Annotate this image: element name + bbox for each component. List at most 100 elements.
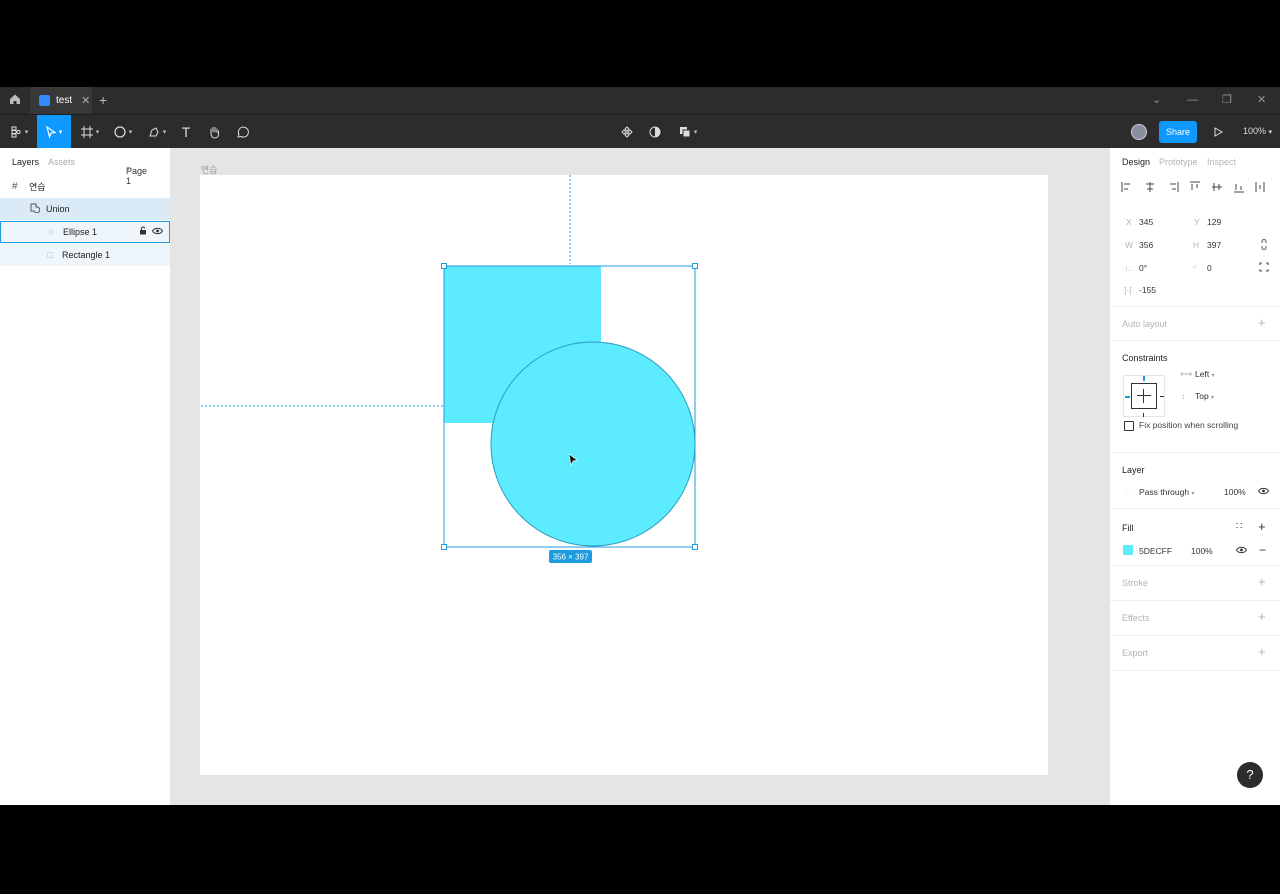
tab-assets[interactable]: Assets <box>48 157 75 167</box>
fill-opacity-input[interactable]: 100% <box>1191 546 1213 556</box>
horizontal-constraint-icon: ⟷ <box>1180 369 1193 379</box>
eye-icon[interactable] <box>1235 546 1248 556</box>
layer-label: Rectangle 1 <box>62 250 111 260</box>
shape-tool-icon[interactable]: ▾ <box>110 115 136 149</box>
text-tool-icon[interactable]: T <box>176 115 196 149</box>
resize-handle[interactable] <box>441 544 447 550</box>
tab-layers[interactable]: Layers <box>12 157 39 167</box>
remove-fill-icon[interactable]: − <box>1259 543 1266 557</box>
home-icon[interactable] <box>8 93 22 107</box>
independent-corners-icon[interactable] <box>1259 262 1269 274</box>
union-shape[interactable] <box>444 266 696 547</box>
y-label: Y <box>1194 217 1200 227</box>
w-input[interactable]: 356 <box>1139 240 1153 250</box>
style-grid-icon[interactable]: ∷ <box>1236 521 1242 532</box>
fix-position-checkbox[interactable] <box>1124 421 1134 431</box>
components-icon[interactable] <box>617 115 637 149</box>
chevron-down-icon[interactable]: ⌄ <box>1152 93 1161 107</box>
align-center-h-icon[interactable] <box>1146 182 1154 192</box>
fill-section: Fill ∷ + 5DECFF 100% − <box>1110 508 1280 566</box>
minimize-icon[interactable]: — <box>1187 93 1198 107</box>
help-button[interactable]: ? <box>1237 762 1263 788</box>
fill-color-swatch[interactable] <box>1123 545 1133 555</box>
corner-radius-icon: ◜ <box>1193 263 1197 273</box>
frame-icon: # <box>12 180 18 192</box>
rotation-input[interactable]: 0° <box>1139 263 1147 273</box>
x-input[interactable]: 345 <box>1139 217 1153 227</box>
add-auto-layout-icon[interactable]: + <box>1258 315 1266 330</box>
align-middle-v-icon[interactable] <box>1212 183 1222 191</box>
corner-radius-input[interactable]: 0 <box>1207 263 1212 273</box>
hand-tool-icon[interactable] <box>204 115 224 149</box>
lock-icon[interactable] <box>139 226 147 238</box>
layers-panel: Layers Assets Page 1 ▾ # 연습 Union ○ Elli… <box>0 148 171 805</box>
stroke-title: Stroke <box>1122 578 1149 588</box>
h-input[interactable]: 397 <box>1207 240 1221 250</box>
spacing-input[interactable]: -155 <box>1139 285 1156 295</box>
add-export-icon[interactable]: + <box>1258 644 1266 659</box>
tab-design[interactable]: Design <box>1122 157 1150 167</box>
close-window-icon[interactable]: ✕ <box>1257 93 1266 107</box>
transform-section: X 345 Y 129 W 356 H 397 ∟ 0° ◜ 0 ]·[ -15… <box>1110 198 1280 307</box>
tab-prototype[interactable]: Prototype <box>1159 157 1198 167</box>
new-tab-icon[interactable]: + <box>99 92 107 108</box>
toolbar: ▾ ▾ ▾ ▾ ▾ T ▾ Share 100% ▾ <box>0 114 1280 149</box>
layer-section: Layer ◌ Pass through ▾ 100% <box>1110 452 1280 509</box>
restore-icon[interactable]: ❐ <box>1222 93 1232 107</box>
layer-opacity-input[interactable]: 100% <box>1224 487 1246 497</box>
share-button[interactable]: Share <box>1159 121 1197 143</box>
constraints-widget[interactable] <box>1123 375 1165 417</box>
main-menu-icon[interactable]: ▾ <box>4 115 34 149</box>
canvas[interactable]: 연습 356 × 397 <box>171 148 1109 805</box>
title-bar: test ✕ + ⌄ — ❐ ✕ <box>0 87 1280 114</box>
layer-row-frame[interactable]: # 연습 <box>0 175 170 197</box>
resize-handle[interactable] <box>692 544 698 550</box>
blend-mode-select[interactable]: Pass through ▾ <box>1139 487 1194 497</box>
add-fill-icon[interactable]: + <box>1258 519 1266 534</box>
w-label: W <box>1125 240 1134 250</box>
constrain-proportions-icon[interactable] <box>1260 239 1268 252</box>
align-top-icon[interactable] <box>1190 181 1200 190</box>
avatar[interactable] <box>1131 124 1147 140</box>
resize-handle[interactable] <box>692 263 698 269</box>
move-tool-icon[interactable]: ▾ <box>37 115 71 149</box>
h-label: H <box>1193 240 1200 250</box>
align-left-icon[interactable] <box>1121 182 1130 192</box>
export-title: Export <box>1122 648 1149 658</box>
constraints-section: Constraints ⟷ Left ▾ ↕ Top ▾ Fix positio… <box>1110 340 1280 453</box>
layer-row-ellipse[interactable]: ○ Ellipse 1 <box>0 221 170 243</box>
export-section: Export + <box>1110 635 1280 671</box>
auto-layout-section: Auto layout + <box>1110 306 1280 341</box>
comment-tool-icon[interactable] <box>232 115 252 149</box>
layer-row-union[interactable]: Union <box>0 198 170 220</box>
frame-tool-icon[interactable]: ▾ <box>77 115 103 149</box>
horizontal-constraint-select[interactable]: Left ▾ <box>1195 369 1215 379</box>
tab-inspect[interactable]: Inspect <box>1207 157 1236 167</box>
distribute-icon[interactable] <box>1255 182 1265 192</box>
close-tab-icon[interactable]: ✕ <box>81 94 90 107</box>
align-bottom-icon[interactable] <box>1234 184 1244 193</box>
pen-tool-icon[interactable]: ▾ <box>143 115 171 149</box>
rotation-icon: ∟ <box>1125 263 1134 273</box>
stroke-section: Stroke + <box>1110 565 1280 601</box>
blend-mode-value: Pass through <box>1139 487 1190 497</box>
eye-icon[interactable] <box>1257 487 1270 497</box>
add-stroke-icon[interactable]: + <box>1258 574 1266 589</box>
layer-row-rectangle[interactable]: □ Rectangle 1 <box>0 244 170 266</box>
add-effect-icon[interactable]: + <box>1258 609 1266 624</box>
fill-hex-input[interactable]: 5DECFF <box>1139 546 1172 556</box>
vertical-constraint-select[interactable]: Top ▾ <box>1195 391 1214 401</box>
align-right-icon[interactable] <box>1170 182 1179 192</box>
zoom-dropdown[interactable]: 100% ▾ <box>1243 126 1272 136</box>
ellipse-1[interactable] <box>490 341 696 547</box>
tab-test[interactable]: test ✕ <box>30 87 92 114</box>
mask-icon[interactable] <box>645 115 665 149</box>
resize-handle[interactable] <box>441 263 447 269</box>
boolean-ops-icon[interactable]: ▾ <box>674 115 702 149</box>
y-input[interactable]: 129 <box>1207 217 1221 227</box>
vertical-constraint-value: Top <box>1195 391 1209 401</box>
union-icon <box>30 203 41 216</box>
eye-icon[interactable] <box>151 227 164 238</box>
auto-layout-label: Auto layout <box>1122 319 1168 329</box>
present-play-icon[interactable] <box>1210 115 1226 149</box>
